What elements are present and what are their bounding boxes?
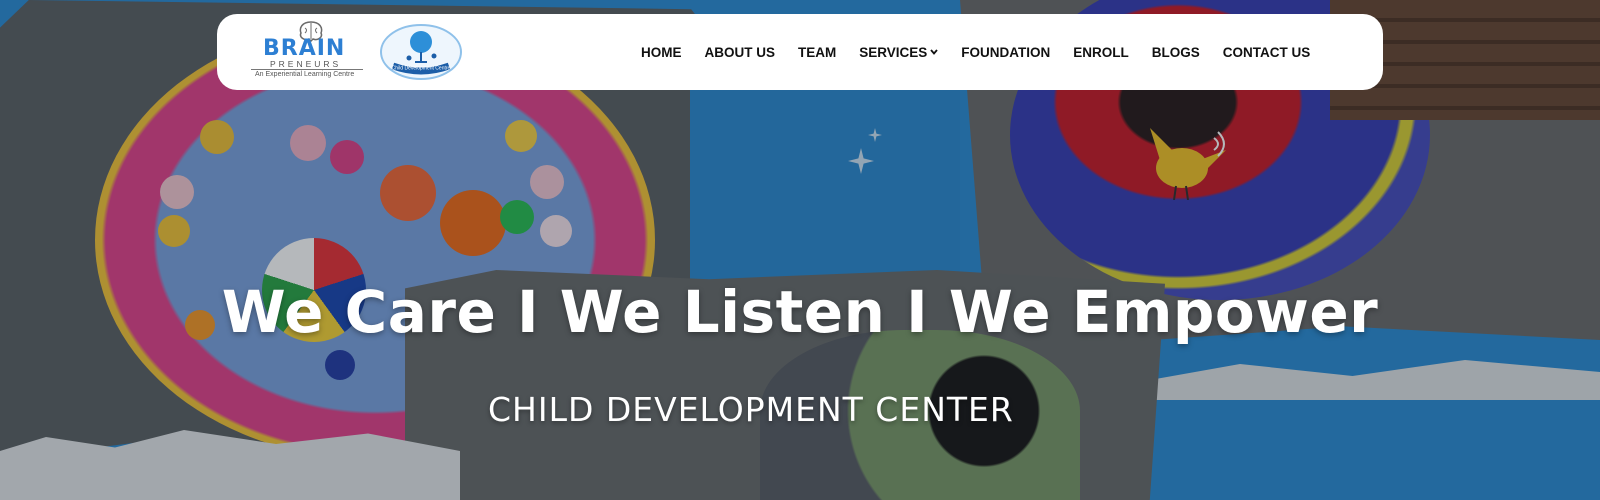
nav-enroll[interactable]: ENROLL <box>1073 45 1129 60</box>
svg-text:Child Development Centre: Child Development Centre <box>392 66 451 72</box>
logo-divider <box>251 69 363 70</box>
nav-contact-us[interactable]: CONTACT US <box>1223 45 1311 60</box>
logo-tagline: PRENEURS <box>270 59 342 69</box>
chevron-down-icon <box>930 47 938 58</box>
main-nav: HOME ABOUT US TEAM SERVICES FOUNDATION E… <box>641 14 1333 90</box>
nav-services[interactable]: SERVICES <box>859 45 938 60</box>
logo-subtitle: An Experiential Learning Centre <box>255 71 355 78</box>
nav-foundation[interactable]: FOUNDATION <box>961 45 1050 60</box>
logo-brand-text: BRAIN <box>263 36 346 61</box>
brainpreneurs-logo[interactable]: BRAIN PRENEURS An Experiential Learning … <box>243 20 363 80</box>
hero-subtitle: CHILD DEVELOPMENT CENTER <box>488 390 1014 429</box>
nav-blogs[interactable]: BLOGS <box>1152 45 1200 60</box>
site-header: BRAIN PRENEURS An Experiential Learning … <box>217 14 1383 90</box>
nav-home[interactable]: HOME <box>641 45 682 60</box>
child-development-centre-logo[interactable]: Child Development Centre <box>379 22 463 82</box>
nav-team[interactable]: TEAM <box>798 45 836 60</box>
nav-about-us[interactable]: ABOUT US <box>705 45 776 60</box>
hero-title: We Care I We Listen I We Empower <box>221 278 1379 346</box>
